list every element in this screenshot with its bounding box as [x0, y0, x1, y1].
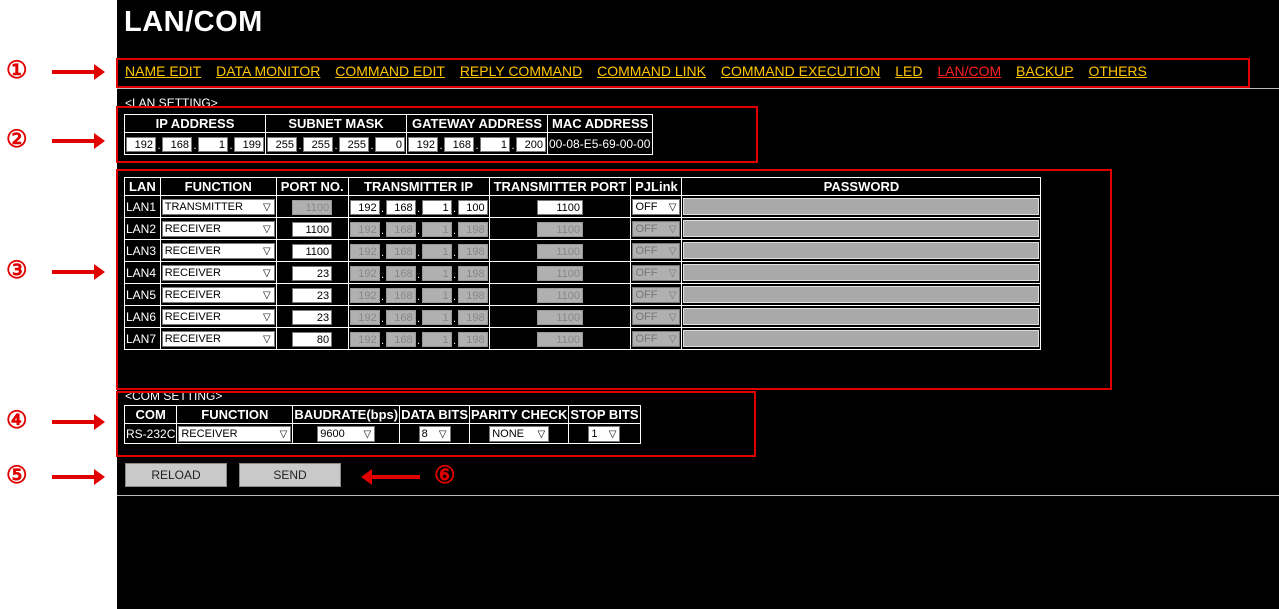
- callout-box-4: [116, 391, 756, 457]
- arrow-right-icon: [52, 469, 105, 485]
- callout-number-2: ②: [6, 126, 28, 153]
- arrow-right-icon: [52, 414, 105, 430]
- divider-bottom: [117, 495, 1279, 496]
- page-title: LAN/COM: [124, 6, 263, 38]
- callout-number-5: ⑤: [6, 462, 28, 489]
- send-button[interactable]: SEND: [239, 463, 341, 487]
- arrow-right-icon: [52, 264, 105, 280]
- callout-box-1: [116, 58, 1250, 88]
- reload-button[interactable]: RELOAD: [125, 463, 227, 487]
- callout-number-3: ③: [6, 257, 28, 284]
- callout-number-6: ⑥: [434, 462, 456, 489]
- callout-number-1: ①: [6, 57, 28, 84]
- callout-number-4: ④: [6, 407, 28, 434]
- arrow-right-icon: [52, 64, 105, 80]
- callout-box-3: [116, 169, 1112, 390]
- arrow-left-icon: [361, 469, 420, 485]
- divider-top: [117, 88, 1279, 89]
- callout-box-2: [116, 106, 758, 163]
- arrow-right-icon: [52, 133, 105, 149]
